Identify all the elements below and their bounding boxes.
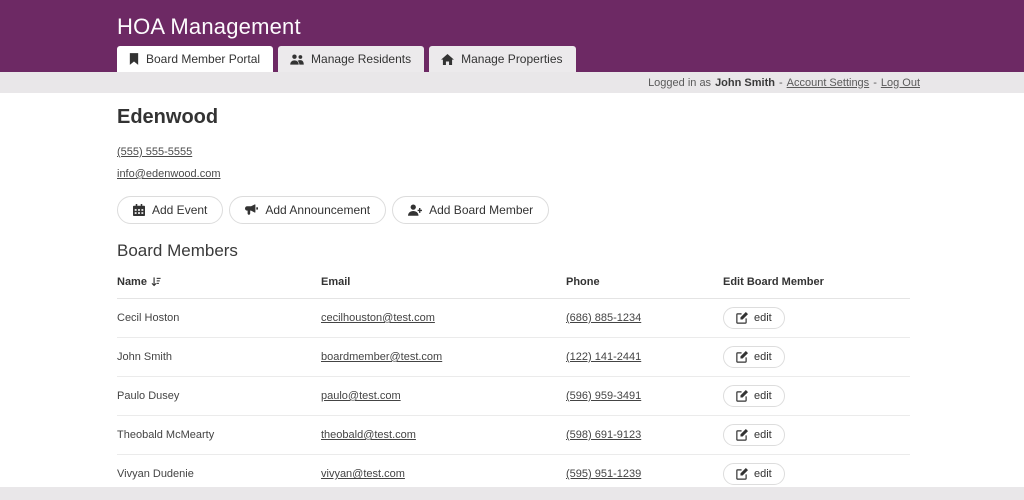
megaphone-icon [245, 204, 258, 216]
edit-board-member-button[interactable]: edit [723, 346, 785, 368]
app-title: HOA Management [117, 14, 301, 40]
column-label: Name [117, 276, 147, 288]
member-name: Theobald McMearty [117, 416, 321, 455]
table-row: Vivyan Dudenie vivyan@test.com (595) 951… [117, 455, 910, 488]
community-name: Edenwood [117, 106, 910, 129]
member-email-link[interactable]: cecilhouston@test.com [321, 312, 435, 324]
table-row: John Smith boardmember@test.com (122) 14… [117, 338, 910, 377]
add-board-member-button[interactable]: Add Board Member [392, 196, 549, 224]
member-name: Paulo Dusey [117, 377, 321, 416]
table-row: Paulo Dusey paulo@test.com (596) 959-349… [117, 377, 910, 416]
page: HOA Management Board Member Portal Manag… [0, 0, 1024, 500]
separator: - [779, 77, 783, 89]
member-name: John Smith [117, 338, 321, 377]
home-icon [441, 54, 454, 65]
community-phone-link[interactable]: (555) 555-5555 [117, 146, 192, 158]
edit-pencil-icon [736, 390, 748, 402]
users-icon [290, 54, 304, 65]
action-buttons: Add Event Add Announcement Add Board Mem… [117, 196, 910, 224]
calendar-icon [133, 204, 145, 216]
tab-manage-residents[interactable]: Manage Residents [278, 46, 424, 72]
community-email-link[interactable]: info@edenwood.com [117, 168, 221, 180]
tab-board-member-portal[interactable]: Board Member Portal [117, 46, 273, 72]
edit-pencil-icon [736, 351, 748, 363]
column-header-email[interactable]: Email [321, 267, 566, 299]
member-phone-link[interactable]: (598) 691-9123 [566, 429, 641, 441]
account-settings-link[interactable]: Account Settings [787, 77, 870, 89]
button-label: Add Board Member [429, 203, 533, 217]
logged-in-user: John Smith [715, 77, 775, 89]
edit-label: edit [754, 390, 772, 402]
member-phone-link[interactable]: (122) 141-2441 [566, 351, 641, 363]
user-plus-icon [408, 204, 422, 216]
page-bottom-strip [0, 487, 1024, 500]
edit-board-member-button[interactable]: edit [723, 307, 785, 329]
edit-pencil-icon [736, 429, 748, 441]
table-row: Cecil Hoston cecilhouston@test.com (686)… [117, 299, 910, 338]
column-header-edit: Edit Board Member [723, 267, 910, 299]
edit-pencil-icon [736, 468, 748, 480]
edit-board-member-button[interactable]: edit [723, 424, 785, 446]
column-header-phone[interactable]: Phone [566, 267, 723, 299]
member-phone-link[interactable]: (596) 959-3491 [566, 390, 641, 402]
edit-label: edit [754, 312, 772, 324]
member-email-link[interactable]: paulo@test.com [321, 390, 401, 402]
button-label: Add Announcement [265, 203, 370, 217]
tab-label: Board Member Portal [146, 52, 260, 66]
member-phone-link[interactable]: (686) 885-1234 [566, 312, 641, 324]
edit-label: edit [754, 468, 772, 480]
main-tabs: Board Member Portal Manage Residents Man… [117, 46, 576, 72]
board-members-heading: Board Members [117, 241, 910, 261]
tab-label: Manage Properties [461, 52, 562, 66]
column-header-name[interactable]: Name [117, 267, 321, 299]
tab-manage-properties[interactable]: Manage Properties [429, 46, 575, 72]
board-members-table: Name Email Phone Edit Board Member Cecil… [117, 267, 910, 487]
separator: - [873, 77, 877, 89]
button-label: Add Event [152, 203, 207, 217]
member-email-link[interactable]: boardmember@test.com [321, 351, 442, 363]
edit-label: edit [754, 351, 772, 363]
table-row: Theobald McMearty theobald@test.com (598… [117, 416, 910, 455]
main-content: Edenwood (555) 555-5555 info@edenwood.co… [0, 93, 1024, 487]
sort-down-icon [151, 277, 161, 287]
session-bar: Logged in as John Smith - Account Settin… [0, 72, 1024, 93]
bookmark-icon [129, 53, 139, 65]
log-out-link[interactable]: Log Out [881, 77, 920, 89]
tab-label: Manage Residents [311, 52, 411, 66]
edit-label: edit [754, 429, 772, 441]
member-email-link[interactable]: theobald@test.com [321, 429, 416, 441]
table-header-row: Name Email Phone Edit Board Member [117, 267, 910, 299]
edit-board-member-button[interactable]: edit [723, 463, 785, 485]
edit-pencil-icon [736, 312, 748, 324]
edit-board-member-button[interactable]: edit [723, 385, 785, 407]
logged-in-prefix: Logged in as [648, 77, 711, 89]
member-name: Cecil Hoston [117, 299, 321, 338]
app-header: HOA Management Board Member Portal Manag… [0, 0, 1024, 72]
add-announcement-button[interactable]: Add Announcement [229, 196, 386, 224]
member-name: Vivyan Dudenie [117, 455, 321, 488]
member-email-link[interactable]: vivyan@test.com [321, 468, 405, 480]
member-phone-link[interactable]: (595) 951-1239 [566, 468, 641, 480]
add-event-button[interactable]: Add Event [117, 196, 223, 224]
